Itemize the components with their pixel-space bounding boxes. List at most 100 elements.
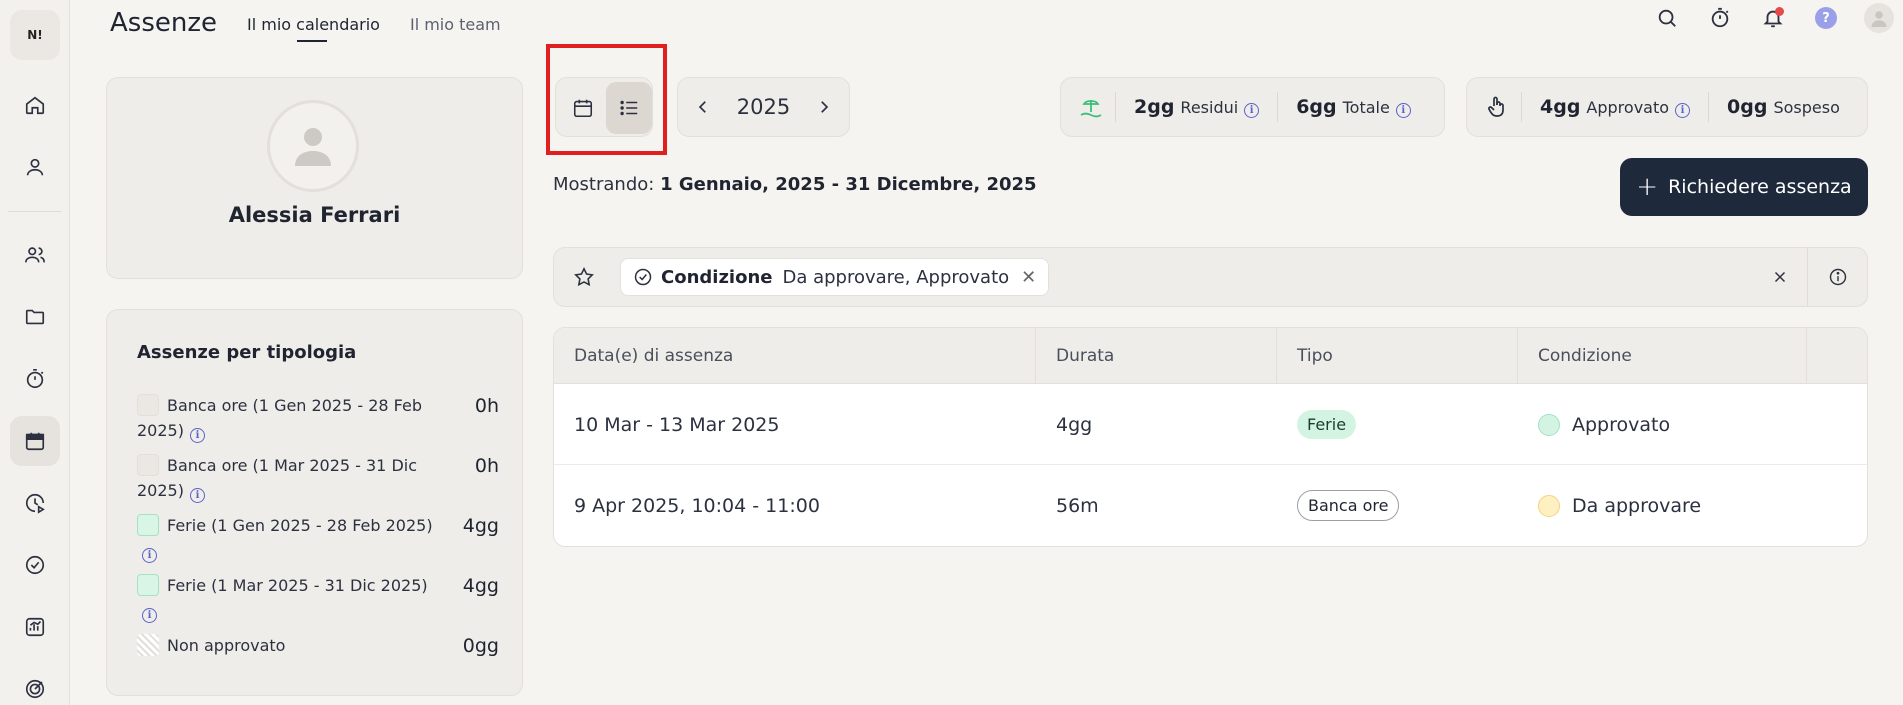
home-icon[interactable] <box>10 80 60 130</box>
status-dot <box>1538 494 1560 517</box>
info-icon[interactable]: i <box>142 608 157 623</box>
legend-swatch <box>137 394 159 416</box>
tab-my-team[interactable]: Il mio team <box>410 15 501 40</box>
hand-pointer-icon <box>1485 95 1509 119</box>
check-circle-icon <box>633 267 653 287</box>
users-icon[interactable] <box>10 230 60 280</box>
top-bar: Assenze Il mio calendario Il mio team <box>110 0 531 42</box>
legend-swatch <box>137 634 159 656</box>
request-absence-button[interactable]: + Richiedere assenza <box>1620 158 1868 216</box>
top-icons: ? <box>1634 0 1903 36</box>
request-absence-label: Richiedere assenza <box>1668 176 1852 198</box>
chevron-right-icon[interactable] <box>811 94 837 120</box>
info-icon[interactable]: i <box>1395 103 1411 118</box>
type-value: 4gg <box>462 575 499 597</box>
column-header-duration[interactable]: Durata <box>1036 328 1277 384</box>
info-icon[interactable]: i <box>189 428 205 443</box>
absence-date: 9 Apr 2025, 10:04 - 11:00 <box>574 494 820 517</box>
totale-stat: 6gg Totale i <box>1278 96 1411 118</box>
type-value: 0gg <box>462 635 499 657</box>
sospeso-stat: 0gg Sospeso <box>1709 96 1840 118</box>
approvato-label: Approvato <box>1586 98 1670 117</box>
absence-duration: 4gg <box>1056 413 1093 436</box>
sospeso-label: Sospeso <box>1773 98 1840 117</box>
close-icon[interactable]: ✕ <box>1021 267 1036 288</box>
residui-stat: 2gg Residui i <box>1116 96 1277 118</box>
list-item: Banca ore (1 Mar 2025 - 31 Dic 2025) i 0h <box>137 454 499 503</box>
approvato-stat: 4gg Approvato i <box>1522 96 1708 118</box>
residui-value: 2gg <box>1134 96 1175 118</box>
year-nav: 2025 <box>677 77 850 137</box>
info-icon[interactable]: i <box>1244 103 1260 118</box>
tab-my-calendar[interactable]: Il mio calendario <box>247 15 380 42</box>
column-header-type[interactable]: Tipo <box>1277 328 1518 384</box>
stopwatch-icon[interactable] <box>10 354 60 404</box>
column-header-dates[interactable]: Data(e) di assenza <box>554 328 1036 384</box>
status-text: Approvato <box>1572 413 1671 436</box>
clear-filters-icon[interactable] <box>1755 248 1805 306</box>
help-icon[interactable]: ? <box>1806 0 1846 36</box>
vacation-icon <box>1079 95 1103 119</box>
absences-table: Data(e) di assenza Durata Tipo Condizion… <box>553 327 1868 547</box>
date-range-prefix: Mostrando: <box>553 174 655 195</box>
date-range-text: Mostrando: 1 Gennaio, 2025 - 31 Dicembre… <box>553 174 1037 195</box>
calendar-icon[interactable] <box>10 416 60 466</box>
notification-dot <box>1775 7 1784 16</box>
legend-swatch <box>137 574 159 596</box>
avatar-icon[interactable] <box>1859 0 1899 36</box>
filter-bar: Condizione Da approvare, Approvato ✕ <box>553 247 1868 307</box>
absence-type-title: Assenze per tipologia <box>137 342 357 363</box>
type-badge: Ferie <box>1297 410 1357 439</box>
user-icon[interactable] <box>10 142 60 192</box>
table-header: Data(e) di assenza Durata Tipo Condizion… <box>554 328 1867 384</box>
table-row[interactable]: 9 Apr 2025, 10:04 - 11:00 56m Banca ore … <box>554 465 1867 546</box>
year-label: 2025 <box>736 95 791 119</box>
search-icon[interactable] <box>1647 0 1687 36</box>
profile-name: Alessia Ferrari <box>228 203 401 227</box>
status-text: Da approvare <box>1572 494 1702 517</box>
target-icon[interactable] <box>10 664 60 705</box>
filter-chip-value: Da approvare, Approvato <box>782 266 1010 288</box>
sospeso-value: 0gg <box>1727 96 1768 118</box>
info-icon[interactable]: i <box>1675 103 1691 118</box>
stopwatch-icon[interactable] <box>1700 0 1740 36</box>
app-logo[interactable]: N! <box>10 10 60 60</box>
type-label: Non approvato <box>167 636 286 655</box>
bell-icon[interactable] <box>1753 0 1793 36</box>
chart-icon[interactable] <box>10 602 60 652</box>
info-icon[interactable] <box>1807 248 1867 306</box>
date-range-value: 1 Gennaio, 2025 - 31 Dicembre, 2025 <box>660 174 1037 195</box>
list-item: Banca ore (1 Gen 2025 - 28 Feb 2025) i 0h <box>137 394 499 443</box>
plus-icon: + <box>1636 172 1659 202</box>
info-icon[interactable]: i <box>142 548 157 563</box>
avatar <box>267 100 359 192</box>
type-badge: Banca ore <box>1297 490 1400 521</box>
list-item: Ferie (1 Gen 2025 - 28 Feb 2025) i 4gg <box>137 514 499 563</box>
chevron-left-icon[interactable] <box>690 94 716 120</box>
totale-value: 6gg <box>1296 96 1337 118</box>
filter-chip[interactable]: Condizione Da approvare, Approvato ✕ <box>620 258 1050 296</box>
side-rail: N! <box>0 0 70 705</box>
type-value: 0h <box>474 395 499 417</box>
residui-label: Residui <box>1180 98 1239 117</box>
highlight-box <box>546 44 667 155</box>
column-header-status[interactable]: Condizione <box>1518 328 1807 384</box>
type-value: 4gg <box>462 515 499 537</box>
type-label: Banca ore (1 Gen 2025 - 28 Feb 2025) <box>137 396 422 440</box>
totale-label: Totale <box>1342 98 1390 117</box>
status-dot <box>1538 413 1560 436</box>
absence-type-card: Assenze per tipologia Banca ore (1 Gen 2… <box>106 309 523 696</box>
star-icon[interactable] <box>554 248 614 306</box>
info-icon[interactable]: i <box>189 488 205 503</box>
clock-play-icon[interactable] <box>10 478 60 528</box>
list-item: Non approvato 0gg <box>137 634 499 658</box>
folder-icon[interactable] <box>10 292 60 342</box>
type-label: Banca ore (1 Mar 2025 - 31 Dic 2025) <box>137 456 418 500</box>
check-circle-icon[interactable] <box>10 540 60 590</box>
list-item: Ferie (1 Mar 2025 - 31 Dic 2025) i 4gg <box>137 574 499 623</box>
rail-divider <box>8 211 62 212</box>
filter-chip-label: Condizione <box>661 266 773 288</box>
legend-swatch <box>137 514 159 536</box>
table-row[interactable]: 10 Mar - 13 Mar 2025 4gg Ferie Approvato <box>554 384 1867 465</box>
approval-stats: 4gg Approvato i 0gg Sospeso <box>1466 77 1868 137</box>
